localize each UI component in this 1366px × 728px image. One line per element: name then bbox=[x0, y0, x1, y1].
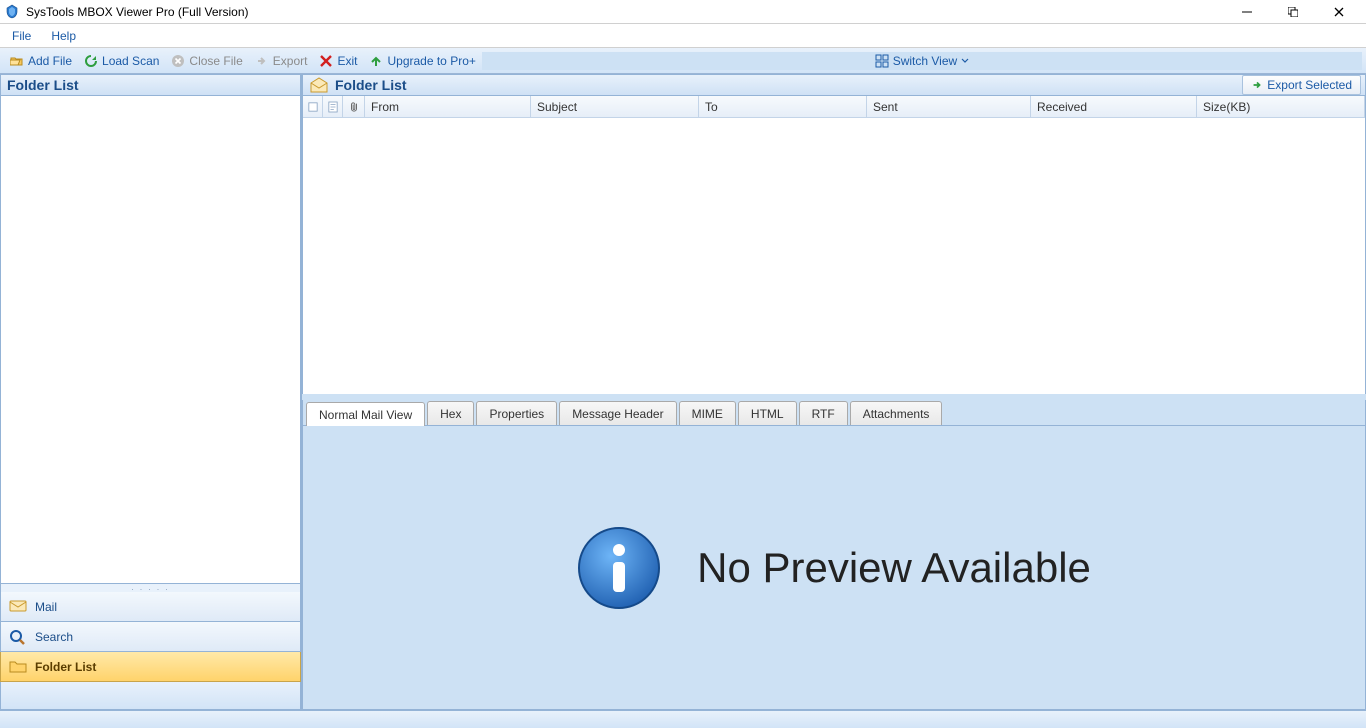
maximize-button[interactable] bbox=[1270, 0, 1316, 24]
nav-folder-list-label: Folder List bbox=[35, 660, 96, 674]
window-title: SysTools MBOX Viewer Pro (Full Version) bbox=[26, 5, 249, 19]
preview-tabs: Normal Mail View Hex Properties Message … bbox=[303, 400, 1365, 426]
export-selected-label: Export Selected bbox=[1267, 78, 1352, 92]
tab-properties[interactable]: Properties bbox=[476, 401, 557, 425]
export-button[interactable]: Export bbox=[249, 52, 314, 70]
left-sidebar: Folder List . . . . . Mail Search Folder… bbox=[0, 74, 302, 710]
folder-open-icon bbox=[10, 54, 24, 68]
titlebar: SysTools MBOX Viewer Pro (Full Version) bbox=[0, 0, 1366, 24]
x-icon bbox=[319, 54, 333, 68]
folder-icon bbox=[9, 659, 27, 675]
export-selected-button[interactable]: Export Selected bbox=[1242, 75, 1361, 95]
col-received[interactable]: Received bbox=[1031, 96, 1197, 117]
close-circle-icon bbox=[171, 54, 185, 68]
preview-body: No Preview Available bbox=[303, 426, 1365, 709]
magnifier-icon bbox=[9, 629, 27, 645]
upgrade-label: Upgrade to Pro+ bbox=[387, 54, 475, 68]
tab-mime[interactable]: MIME bbox=[679, 401, 736, 425]
panel-resize-handle[interactable]: . . . . . bbox=[0, 584, 301, 592]
menu-help[interactable]: Help bbox=[45, 27, 82, 45]
content-area: Folder List Export Selected bbox=[302, 74, 1366, 710]
col-type-icon[interactable] bbox=[323, 96, 343, 117]
load-scan-button[interactable]: Load Scan bbox=[78, 52, 165, 70]
switch-view-label: Switch View bbox=[893, 54, 957, 68]
switch-view-button[interactable]: Switch View bbox=[869, 52, 975, 70]
envelope-open-icon bbox=[309, 77, 329, 93]
preview-panel: Normal Mail View Hex Properties Message … bbox=[302, 400, 1366, 710]
app-icon bbox=[4, 4, 20, 20]
nav-search-button[interactable]: Search bbox=[0, 622, 301, 652]
message-grid: From Subject To Sent Received Size(KB) bbox=[302, 96, 1366, 394]
col-sent[interactable]: Sent bbox=[867, 96, 1031, 117]
menu-file[interactable]: File bbox=[6, 27, 37, 45]
info-icon bbox=[577, 526, 661, 610]
tab-html[interactable]: HTML bbox=[738, 401, 797, 425]
upgrade-button[interactable]: Upgrade to Pro+ bbox=[363, 52, 481, 70]
grid-columns-header: From Subject To Sent Received Size(KB) bbox=[303, 96, 1365, 118]
menubar: File Help bbox=[0, 24, 1366, 48]
chevron-down-icon bbox=[961, 54, 969, 68]
tab-hex[interactable]: Hex bbox=[427, 401, 474, 425]
add-file-button[interactable]: Add File bbox=[4, 52, 78, 70]
list-panel-header: Folder List Export Selected bbox=[302, 74, 1366, 96]
grid-icon bbox=[875, 54, 889, 68]
folder-list-panel-header: Folder List bbox=[0, 74, 301, 96]
col-size[interactable]: Size(KB) bbox=[1197, 96, 1365, 117]
toolbar: Add File Load Scan Close File Export Exi… bbox=[0, 48, 1366, 74]
col-to[interactable]: To bbox=[699, 96, 867, 117]
tab-attachments[interactable]: Attachments bbox=[850, 401, 943, 425]
export-arrow-icon bbox=[1251, 79, 1263, 91]
tab-normal-mail-view[interactable]: Normal Mail View bbox=[306, 402, 425, 426]
add-file-label: Add File bbox=[28, 54, 72, 68]
arrow-up-icon bbox=[369, 54, 383, 68]
refresh-icon bbox=[84, 54, 98, 68]
col-attachment-icon[interactable] bbox=[343, 96, 365, 117]
col-from[interactable]: From bbox=[365, 96, 531, 117]
exit-button[interactable]: Exit bbox=[313, 52, 363, 70]
folder-tree[interactable] bbox=[0, 96, 301, 584]
col-subject[interactable]: Subject bbox=[531, 96, 699, 117]
close-file-button[interactable]: Close File bbox=[165, 52, 248, 70]
minimize-button[interactable] bbox=[1224, 0, 1270, 24]
load-scan-label: Load Scan bbox=[102, 54, 159, 68]
col-checkbox[interactable] bbox=[303, 96, 323, 117]
nav-mail-button[interactable]: Mail bbox=[0, 592, 301, 622]
nav-mail-label: Mail bbox=[35, 600, 57, 614]
arrow-right-icon bbox=[255, 54, 269, 68]
nav-search-label: Search bbox=[35, 630, 73, 644]
nav-footer bbox=[0, 682, 301, 710]
list-panel-title: Folder List bbox=[335, 77, 1242, 93]
no-preview-message: No Preview Available bbox=[697, 544, 1091, 592]
export-label: Export bbox=[273, 54, 308, 68]
grid-body[interactable] bbox=[303, 118, 1365, 394]
tab-rtf[interactable]: RTF bbox=[799, 401, 848, 425]
tab-message-header[interactable]: Message Header bbox=[559, 401, 676, 425]
close-file-label: Close File bbox=[189, 54, 242, 68]
statusbar bbox=[0, 710, 1366, 728]
envelope-icon bbox=[9, 599, 27, 615]
exit-label: Exit bbox=[337, 54, 357, 68]
close-button[interactable] bbox=[1316, 0, 1362, 24]
folder-list-header-label: Folder List bbox=[7, 77, 79, 93]
nav-folder-list-button[interactable]: Folder List bbox=[0, 652, 301, 682]
